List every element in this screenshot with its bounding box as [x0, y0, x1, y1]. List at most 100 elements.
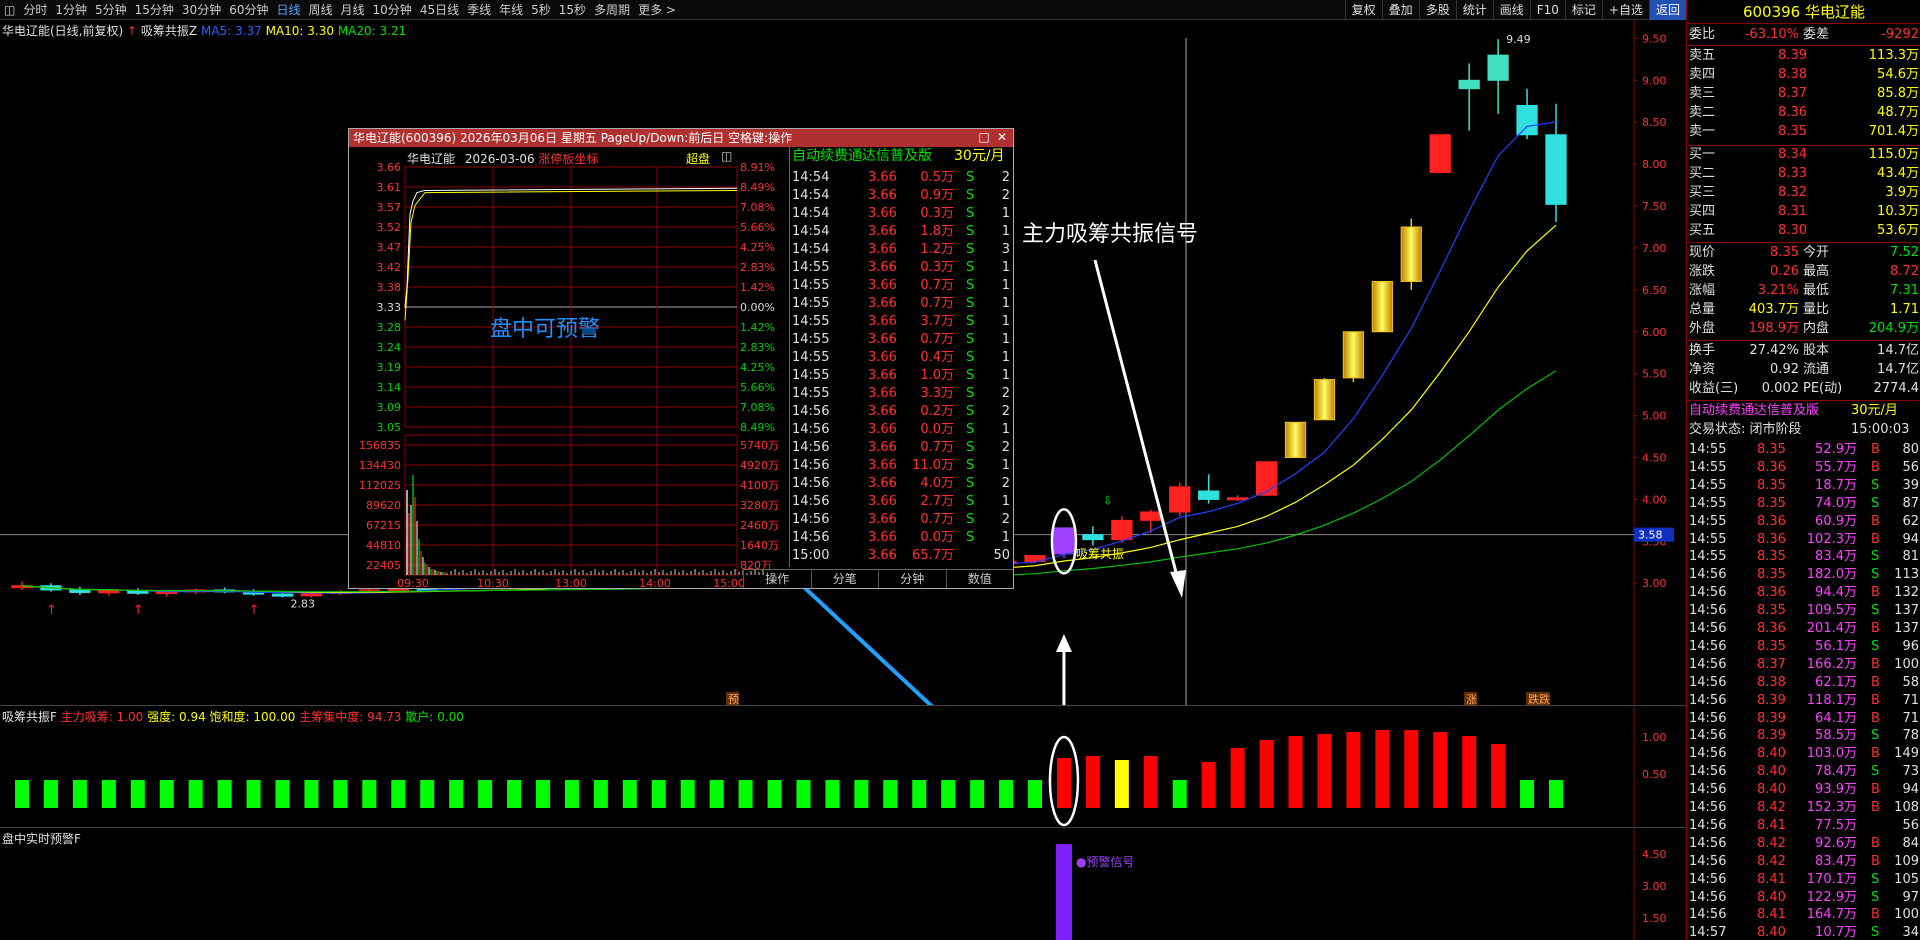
tick-count: 2: [1001, 188, 1010, 203]
mini-superimpose-button[interactable]: 超盘: [686, 150, 710, 167]
trade-time: 14:56: [1689, 728, 1727, 744]
period-tab[interactable]: 分时: [19, 0, 51, 20]
popup-buttons: 操作 分笔 分钟 数值: [743, 569, 1013, 588]
sub-panel-alert[interactable]: 4.50 3.00 1.50 ●预警信号 盘中实时预警F: [0, 827, 1686, 940]
tick-price: 3.66: [868, 278, 897, 293]
candle-body: [69, 589, 91, 593]
accumulation-bar: [1433, 732, 1448, 808]
popup-tab-button[interactable]: 分笔: [810, 570, 879, 588]
accumulation-bar: [1288, 736, 1303, 808]
period-tab[interactable]: 5分钟: [91, 0, 131, 20]
tick-price: 3.66: [868, 368, 897, 383]
trade-volume: 55.7万: [1815, 459, 1857, 475]
tool-button[interactable]: +自选: [1601, 0, 1649, 20]
tool-button[interactable]: 统计: [1455, 0, 1493, 20]
popup-titlebar[interactable]: 华电辽能(600396) 2026年03月06日 星期五 PageUp/Down…: [349, 129, 1013, 147]
price-tag: 3.58: [1638, 529, 1663, 542]
accumulation-bar: [593, 780, 608, 808]
tick-count: 1: [1001, 260, 1010, 275]
period-tab[interactable]: 60分钟: [225, 0, 272, 20]
tool-button[interactable]: 画线: [1492, 0, 1530, 20]
sub2-tick: 3.00: [1642, 880, 1667, 893]
mini-vol-label: 156835: [359, 439, 401, 452]
trade-price: 8.42: [1757, 800, 1786, 815]
trade-time: 14:56: [1689, 835, 1727, 851]
menu-icon[interactable]: ◫: [0, 0, 19, 20]
tick-row: 14:55 3.66 0.3万 S 1: [790, 259, 1012, 277]
mini-vol-label: 112025: [359, 479, 401, 492]
chart-title: 华电辽能(日线,前复权): [2, 24, 124, 38]
mini-chart[interactable]: 3.66 8.91% 3.61 8.49% 3.57 7.08% 3.52 5.66% 3.47…: [349, 147, 789, 590]
period-tab[interactable]: 日线: [272, 0, 304, 20]
stat-label2: 内盘: [1803, 321, 1830, 336]
tick-volume: 1.8万: [920, 224, 954, 239]
trade-price: 8.42: [1757, 835, 1786, 851]
popup-tab-button[interactable]: 操作: [743, 570, 811, 588]
tick-volume: 0.0万: [920, 530, 954, 545]
trade-volume: 74.0万: [1815, 495, 1857, 511]
trade-count: 137: [1894, 603, 1919, 619]
popup-tab-button[interactable]: 分钟: [878, 570, 946, 588]
mini-time-label: 13:00: [555, 577, 587, 590]
bid-row: 买五 8.30 53.6万: [1687, 222, 1920, 240]
tool-button[interactable]: 复权: [1344, 0, 1382, 20]
sub-panel-accumulation[interactable]: 1.00 0.50 吸筹共振F 主力吸筹: 1.00 强度: 0.94 饱和度: …: [0, 705, 1686, 828]
mini-vol-label: 44810: [366, 539, 401, 552]
period-tab[interactable]: 月线: [337, 0, 369, 20]
period-tab[interactable]: 10分钟: [369, 0, 416, 20]
tick-time: 14:54: [792, 224, 830, 239]
bid-volume: 53.6万: [1877, 223, 1919, 238]
accumulation-bar: [651, 780, 666, 808]
ask-volume: 85.8万: [1877, 86, 1919, 101]
popup-tab-button[interactable]: 数值: [945, 570, 1014, 588]
tick-list[interactable]: 自动续费通达信普及版 30元/月 14:54 3.66 0.5万 S 2 14:54 3.6…: [789, 147, 1013, 567]
bid-row: 买四 8.31 10.3万: [1687, 203, 1920, 221]
accumulation-bar: [1549, 780, 1563, 808]
period-tab[interactable]: 年线: [495, 0, 527, 20]
restore-icon[interactable]: □: [977, 129, 991, 145]
period-tab[interactable]: 15分钟: [131, 0, 178, 20]
accumulation-bar: [275, 780, 290, 808]
tool-button[interactable]: F10: [1529, 0, 1565, 20]
tool-button[interactable]: 返回: [1648, 0, 1686, 20]
trade-side: B: [1871, 656, 1880, 672]
period-tab[interactable]: 多周期: [590, 0, 634, 20]
tick-volume: 65.7万: [912, 548, 954, 563]
tool-button[interactable]: 多股: [1418, 0, 1456, 20]
period-tab[interactable]: 周线: [305, 0, 337, 20]
tick-time: 14:56: [792, 476, 830, 491]
tick-time: 14:56: [792, 404, 830, 419]
intraday-popup[interactable]: 华电辽能(600396) 2026年03月06日 星期五 PageUp/Down…: [348, 128, 1014, 590]
close-icon[interactable]: ✕: [995, 129, 1009, 145]
period-tab[interactable]: 季线: [463, 0, 495, 20]
trade-count: 97: [1902, 889, 1919, 905]
accumulation-bar: [970, 780, 985, 808]
trade-side: B: [1871, 459, 1880, 475]
tool-button[interactable]: 叠加: [1381, 0, 1419, 20]
tick-header-text: 自动续费通达信普及版: [792, 148, 932, 164]
candle-body: [1516, 104, 1538, 136]
trade-time: 14:57: [1689, 925, 1727, 940]
trade-count: 73: [1902, 764, 1919, 780]
tool-button[interactable]: 标记: [1564, 0, 1602, 20]
mini-toggle-icon[interactable]: ◫: [721, 149, 732, 163]
trade-time: 14:55: [1689, 459, 1727, 475]
mini-pct-label: 2.83%: [740, 261, 775, 274]
tick-row: 14:54 3.66 0.9万 S 2: [790, 187, 1012, 205]
tick-header-price: 30元/月: [954, 148, 1005, 164]
trade-volume: 10.7万: [1815, 925, 1857, 940]
period-tab[interactable]: 45日线: [416, 0, 463, 20]
tick-count: 50: [993, 548, 1010, 563]
period-tab[interactable]: 5秒: [527, 0, 555, 20]
trade-price: 8.36: [1757, 513, 1786, 529]
trade-volume: 18.7万: [1815, 477, 1857, 493]
accumulation-bar: [1317, 734, 1332, 808]
period-tab[interactable]: 30分钟: [178, 0, 225, 20]
trade-price: 8.40: [1757, 746, 1786, 762]
tick-time: 14:56: [792, 530, 830, 545]
period-tab[interactable]: 15秒: [555, 0, 590, 20]
period-tab[interactable]: 1分钟: [51, 0, 91, 20]
trade-count: 113: [1894, 567, 1919, 583]
period-tab[interactable]: 更多 >: [634, 0, 680, 20]
tick-price: 3.66: [868, 170, 897, 185]
